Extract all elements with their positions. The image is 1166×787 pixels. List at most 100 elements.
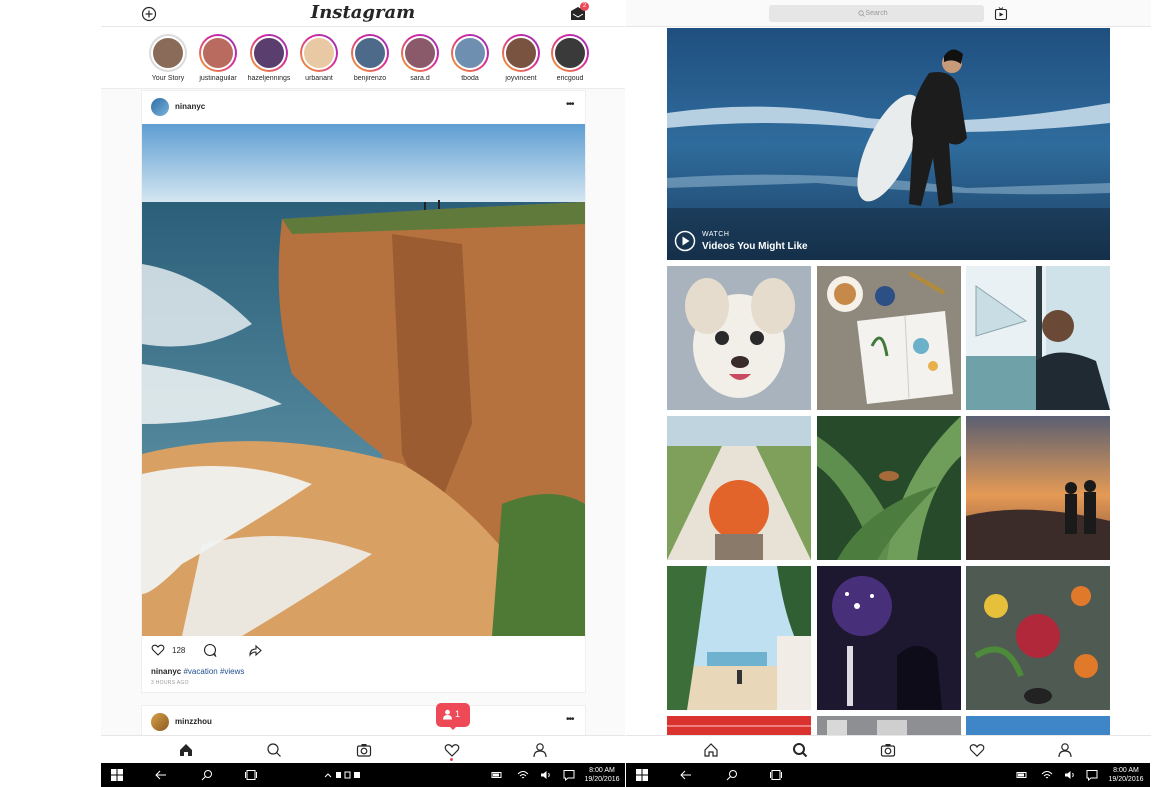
- explore-grid-tile[interactable]: [817, 566, 961, 710]
- volume-icon[interactable]: [540, 769, 552, 781]
- activity-notification-bubble[interactable]: 1: [436, 703, 470, 730]
- cortana-search-icon[interactable]: [201, 769, 213, 781]
- task-view-icon[interactable]: [245, 769, 257, 781]
- post-username[interactable]: ninanyc: [175, 102, 205, 111]
- explore-grid-tile[interactable]: [817, 716, 961, 736]
- notification-count: 1: [455, 709, 461, 719]
- battery-icon[interactable]: [1016, 769, 1028, 781]
- story-avatar: [201, 36, 235, 70]
- heart-icon[interactable]: [444, 742, 460, 758]
- post-photo[interactable]: [142, 124, 585, 636]
- windows-start-icon[interactable]: [636, 769, 648, 781]
- search-input[interactable]: [769, 5, 984, 22]
- play-icon[interactable]: [674, 230, 696, 252]
- share-icon[interactable]: [248, 643, 262, 657]
- action-center-icon[interactable]: [563, 769, 575, 781]
- explore-grid-tile[interactable]: [966, 416, 1110, 560]
- story-avatar: [403, 36, 437, 70]
- wifi-icon[interactable]: [517, 769, 529, 781]
- clock-date: 19/20/2016: [584, 776, 620, 783]
- story-avatar: [353, 36, 387, 70]
- video-label-watch: WATCH: [702, 231, 730, 238]
- explore-grid-tile[interactable]: [966, 266, 1110, 410]
- story-name: sara.d: [410, 75, 430, 82]
- avatar[interactable]: [151, 713, 169, 731]
- activity-dot: [450, 758, 453, 761]
- new-post-icon[interactable]: [141, 6, 157, 22]
- story-item[interactable]: tboda: [445, 34, 495, 82]
- feed-post: ninanyc ••• 128 ninanyc #vacation #views…: [141, 90, 586, 693]
- explore-window: WATCH Videos You Might Like: [626, 0, 1151, 787]
- explore-grid-tile[interactable]: [667, 266, 811, 410]
- story-item[interactable]: urbanant: [294, 34, 344, 82]
- more-options-icon[interactable]: •••: [566, 99, 574, 110]
- featured-video-tile[interactable]: WATCH Videos You Might Like: [667, 28, 1110, 260]
- bubble-tip: [448, 725, 458, 730]
- home-icon[interactable]: [178, 742, 194, 758]
- back-arrow-icon[interactable]: [155, 769, 167, 781]
- story-name: tboda: [461, 75, 479, 82]
- post-actions: 128: [142, 641, 585, 661]
- bottom-nav: [101, 735, 625, 763]
- volume-icon[interactable]: [1064, 769, 1076, 781]
- story-item[interactable]: justinaguilar: [193, 34, 243, 82]
- video-label-title: Videos You Might Like: [702, 241, 808, 252]
- more-options-icon[interactable]: •••: [566, 714, 574, 725]
- story-item[interactable]: benjirenzo: [345, 34, 395, 82]
- explore-grid-tile[interactable]: [667, 566, 811, 710]
- story-item[interactable]: Your Story: [143, 34, 193, 82]
- search-icon[interactable]: [266, 742, 282, 758]
- story-name: justinaguilar: [199, 75, 237, 82]
- heart-icon[interactable]: [151, 643, 165, 657]
- camera-icon[interactable]: [356, 742, 372, 758]
- post-caption: ninanyc #vacation #views: [151, 667, 244, 676]
- explore-grid-tile[interactable]: [966, 566, 1110, 710]
- story-item[interactable]: ericgoud: [545, 34, 595, 82]
- explore-grid-tile[interactable]: [817, 416, 961, 560]
- profile-icon[interactable]: [1057, 742, 1073, 758]
- taskbar-clock[interactable]: 8:00 AM 19/20/2016: [1104, 766, 1148, 784]
- like-count[interactable]: 128: [172, 646, 185, 655]
- story-item[interactable]: joyvincent: [496, 34, 546, 82]
- back-arrow-icon[interactable]: [680, 769, 692, 781]
- story-item[interactable]: sara.d: [395, 34, 445, 82]
- comment-icon[interactable]: [203, 643, 217, 657]
- home-feed-window: Instagram 2 Your Story justinaguilar haz…: [101, 0, 625, 787]
- taskbar-clock[interactable]: 8:00 AM 19/20/2016: [581, 766, 623, 784]
- explore-grid-tile[interactable]: [667, 716, 811, 736]
- igtv-icon[interactable]: [994, 7, 1008, 21]
- task-view-icon[interactable]: [770, 769, 782, 781]
- story-name: Your Story: [151, 75, 185, 82]
- explore-grid-tile[interactable]: [966, 716, 1110, 736]
- search-icon[interactable]: [792, 742, 808, 758]
- caption-username[interactable]: ninanyc: [151, 667, 181, 676]
- post-timestamp: 3 HOURS AGO: [151, 680, 189, 686]
- inbox-badge: 2: [580, 2, 589, 11]
- explore-grid-tile[interactable]: [667, 416, 811, 560]
- story-item[interactable]: hazeljennings: [244, 34, 294, 82]
- home-icon[interactable]: [703, 742, 719, 758]
- avatar[interactable]: [151, 98, 169, 116]
- camera-icon[interactable]: [880, 742, 896, 758]
- story-avatar: [151, 36, 185, 70]
- clock-date: 19/20/2016: [1108, 776, 1144, 783]
- clock-time: 8:00 AM: [589, 767, 615, 774]
- cortana-search-icon[interactable]: [726, 769, 738, 781]
- windows-taskbar: 8:00 AM 19/20/2016: [101, 763, 625, 787]
- post-header: ninanyc •••: [142, 91, 587, 124]
- story-name: joyvincent: [505, 75, 537, 82]
- heart-icon[interactable]: [969, 742, 985, 758]
- post-username[interactable]: minzzhou: [175, 717, 212, 726]
- caption-hashtags[interactable]: #vacation #views: [183, 667, 244, 676]
- wifi-icon[interactable]: [1041, 769, 1053, 781]
- story-avatar: [553, 36, 587, 70]
- action-center-icon[interactable]: [1086, 769, 1098, 781]
- story-avatar: [302, 36, 336, 70]
- story-avatar: [252, 36, 286, 70]
- instagram-logo: Instagram: [310, 2, 416, 23]
- explore-grid-tile[interactable]: [817, 266, 961, 410]
- windows-start-icon[interactable]: [111, 769, 123, 781]
- battery-icon[interactable]: [491, 769, 503, 781]
- profile-icon[interactable]: [532, 742, 548, 758]
- system-tray-icons[interactable]: [323, 769, 363, 781]
